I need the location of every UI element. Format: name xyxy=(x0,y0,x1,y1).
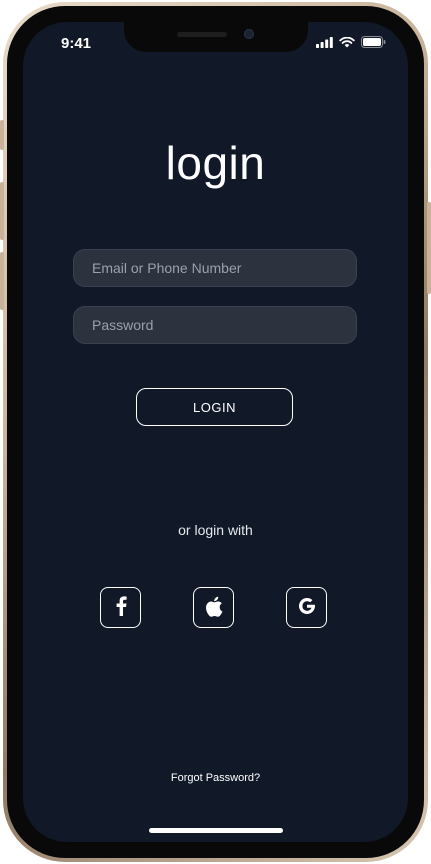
apple-icon xyxy=(205,596,223,620)
notch xyxy=(123,22,308,52)
phone-bezel: 9:41 login Email or Phone Number LOGIN o… xyxy=(7,6,424,858)
front-camera xyxy=(243,29,254,39)
status-time: 9:41 xyxy=(61,35,92,52)
battery-icon xyxy=(361,36,386,48)
facebook-login-button[interactable] xyxy=(100,587,141,628)
speaker xyxy=(176,32,227,37)
power-button xyxy=(427,202,431,294)
page-title: login xyxy=(165,137,266,189)
signal-icon xyxy=(316,36,333,48)
password-field[interactable] xyxy=(73,306,357,344)
volume-up-button xyxy=(0,182,4,240)
or-login-with-label: or login with xyxy=(178,522,253,538)
google-login-button[interactable] xyxy=(286,587,327,628)
mute-switch xyxy=(0,120,4,150)
wifi-icon xyxy=(339,36,355,48)
forgot-password-link[interactable]: Forgot Password? xyxy=(23,772,408,784)
apple-login-button[interactable] xyxy=(193,587,234,628)
google-icon xyxy=(297,596,317,619)
volume-down-button xyxy=(0,252,4,310)
login-button[interactable]: LOGIN xyxy=(136,388,293,426)
home-indicator[interactable] xyxy=(148,828,283,833)
status-icons xyxy=(316,36,386,48)
email-field[interactable] xyxy=(73,249,357,287)
facebook-icon xyxy=(115,596,127,619)
phone-frame: 9:41 login Email or Phone Number LOGIN o… xyxy=(0,2,431,862)
phone-screen: 9:41 login Email or Phone Number LOGIN o… xyxy=(23,22,408,842)
